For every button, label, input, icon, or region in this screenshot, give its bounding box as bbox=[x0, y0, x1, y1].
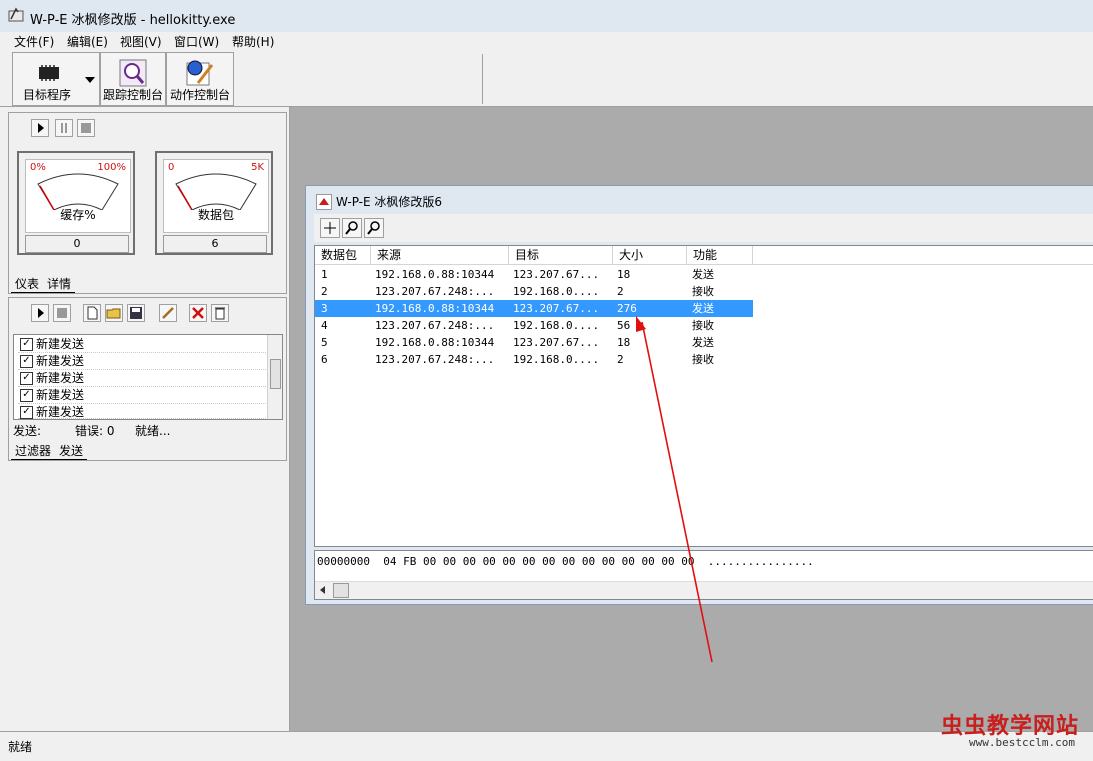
annotation-arrow bbox=[636, 316, 713, 663]
status-bar: 就绪 虫虫教学网站 www.bestcclm.com bbox=[0, 714, 1093, 761]
watermark-url: www.bestcclm.com bbox=[969, 736, 1075, 749]
status-text: 就绪 bbox=[8, 740, 33, 754]
